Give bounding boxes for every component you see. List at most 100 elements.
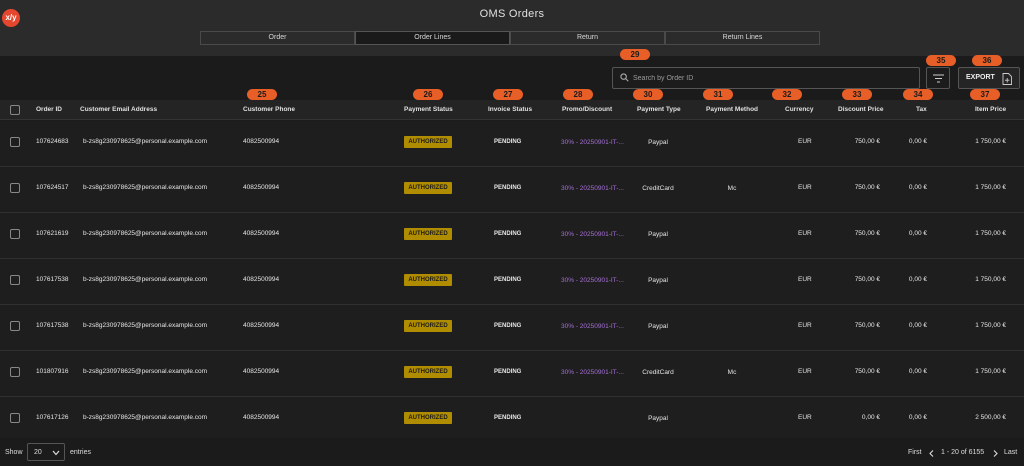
tab-order[interactable]: Order xyxy=(200,31,355,45)
cell-promo[interactable]: 30% - 20250901-IT-... xyxy=(561,323,624,330)
table-footer: Show 20 entries First 1 - 20 of 6155 Las… xyxy=(0,438,1024,466)
table-row[interactable]: AUTHORIZED 107621619 b-zs8g230978625@perso… xyxy=(0,213,1024,259)
row-checkbox[interactable] xyxy=(10,321,20,331)
cell-payment-type: CreditCard xyxy=(642,185,674,192)
cell-promo[interactable]: 30% - 20250901-IT-... xyxy=(561,231,624,238)
cell-invoice-status: PENDING xyxy=(494,185,522,191)
cell-currency: EUR xyxy=(798,414,812,421)
row-checkbox[interactable] xyxy=(10,137,20,147)
export-button[interactable]: EXPORT xyxy=(958,67,1020,89)
column-header-phone[interactable]: Customer Phone xyxy=(243,106,295,113)
table-row[interactable]: AUTHORIZED 107624517 b-zs8g230978625@perso… xyxy=(0,167,1024,213)
cell-invoice-status: PENDING xyxy=(494,415,522,421)
column-header-order-id[interactable]: Order ID xyxy=(36,106,62,113)
cell-item-price: 1 750,00 € xyxy=(975,322,1006,329)
cell-currency: EUR xyxy=(798,322,812,329)
cell-payment-type: Paypal xyxy=(648,231,668,238)
cell-phone: 4082500994 xyxy=(243,230,280,237)
show-label: Show xyxy=(5,449,23,456)
column-header-payment-method[interactable]: Payment Method xyxy=(706,106,758,113)
table-row[interactable]: AUTHORIZED 107617538 b-zs8g230978625@perso… xyxy=(0,259,1024,305)
chevron-left-icon[interactable] xyxy=(929,450,934,457)
cell-phone: 4082500994 xyxy=(243,322,280,329)
payment-status-badge: AUTHORIZED xyxy=(404,136,452,148)
table-row[interactable]: AUTHORIZED 107617538 b-zs8g230978625@perso… xyxy=(0,305,1024,351)
page-size-select[interactable]: 20 xyxy=(27,443,65,461)
table-header: Order ID Customer Email Address Customer… xyxy=(0,100,1024,120)
filter-button[interactable] xyxy=(926,67,950,89)
cell-payment-type: Paypal xyxy=(648,415,668,422)
cell-item-price: 2 500,00 € xyxy=(975,414,1006,421)
cell-email: b-zs8g230978625@personal.example.com xyxy=(83,276,208,283)
select-all-checkbox[interactable] xyxy=(10,105,20,115)
payment-status-badge: AUTHORIZED xyxy=(404,228,452,240)
cell-discount-price: 750,00 € xyxy=(854,138,880,145)
cell-promo[interactable]: 30% - 20250901-IT-... xyxy=(561,277,624,284)
table-row[interactable]: AUTHORIZED 101807916 b-zs8g230978625@perso… xyxy=(0,351,1024,397)
cell-email: b-zs8g230978625@personal.example.com xyxy=(83,138,208,145)
column-header-currency[interactable]: Currency xyxy=(785,106,814,113)
cell-invoice-status: PENDING xyxy=(494,231,522,237)
annotation-badge-filter: 35 xyxy=(926,55,956,66)
column-header-email[interactable]: Customer Email Address xyxy=(80,106,157,113)
annotation-badge-item-price: 37 xyxy=(970,89,1000,100)
annotation-badge-invoice-status: 27 xyxy=(493,89,523,100)
payment-status-badge: AUTHORIZED xyxy=(404,320,452,332)
cell-payment-method: Mc xyxy=(727,369,737,376)
cell-order-id: 107621619 xyxy=(36,230,69,237)
search-icon xyxy=(620,73,629,82)
row-checkbox[interactable] xyxy=(10,275,20,285)
payment-status-badge: AUTHORIZED xyxy=(404,366,452,378)
cell-payment-type: Paypal xyxy=(648,277,668,284)
cell-discount-price: 0,00 € xyxy=(861,414,880,421)
cell-currency: EUR xyxy=(798,138,812,145)
cell-currency: EUR xyxy=(798,230,812,237)
cell-item-price: 1 750,00 € xyxy=(975,184,1006,191)
column-header-payment-status[interactable]: Payment Status xyxy=(404,106,453,113)
cell-promo[interactable]: 30% - 20250901-IT-... xyxy=(561,139,624,146)
tab-return[interactable]: Return xyxy=(510,31,665,45)
cell-email: b-zs8g230978625@personal.example.com xyxy=(83,414,208,421)
column-header-payment-type[interactable]: Payment Type xyxy=(637,106,681,113)
payment-status-badge: AUTHORIZED xyxy=(404,412,452,424)
cell-order-id: 107617538 xyxy=(36,276,69,283)
cell-tax: 0,00 € xyxy=(908,138,927,145)
tab-order-lines[interactable]: Order Lines xyxy=(355,31,510,45)
export-file-icon xyxy=(1002,73,1012,85)
cell-phone: 4082500994 xyxy=(243,414,280,421)
first-page-link[interactable]: First xyxy=(908,449,922,456)
cell-tax: 0,00 € xyxy=(908,368,927,375)
cell-item-price: 1 750,00 € xyxy=(975,230,1006,237)
cell-payment-type: CreditCard xyxy=(642,369,674,376)
cell-tax: 0,00 € xyxy=(908,414,927,421)
cell-email: b-zs8g230978625@personal.example.com xyxy=(83,230,208,237)
cell-promo[interactable]: 30% - 20250901-IT-... xyxy=(561,369,624,376)
column-header-promo[interactable]: Promo/Discount xyxy=(562,106,612,113)
cell-phone: 4082500994 xyxy=(243,184,280,191)
cell-discount-price: 750,00 € xyxy=(854,276,880,283)
annotation-badge-discount-price: 33 xyxy=(842,89,872,100)
cell-order-id: 107617126 xyxy=(36,414,69,421)
column-header-item-price[interactable]: Item Price xyxy=(975,106,1006,113)
row-checkbox[interactable] xyxy=(10,229,20,239)
row-checkbox[interactable] xyxy=(10,367,20,377)
cell-invoice-status: PENDING xyxy=(494,323,522,329)
last-page-link[interactable]: Last xyxy=(1004,449,1017,456)
cell-order-id: 101807916 xyxy=(36,368,69,375)
search-input[interactable] xyxy=(633,71,913,85)
table-row[interactable]: AUTHORIZED 107617126 b-zs8g230978625@perso… xyxy=(0,397,1024,443)
tab-return-lines[interactable]: Return Lines xyxy=(665,31,820,45)
column-header-discount-price[interactable]: Discount Price xyxy=(838,106,884,113)
column-header-invoice-status[interactable]: Invoice Status xyxy=(488,106,532,113)
chevron-right-icon[interactable] xyxy=(993,450,998,457)
page-title: OMS Orders xyxy=(479,8,545,20)
cell-promo[interactable]: 30% - 20250901-IT-... xyxy=(561,185,624,192)
row-checkbox[interactable] xyxy=(10,183,20,193)
cell-discount-price: 750,00 € xyxy=(854,368,880,375)
filter-icon xyxy=(933,74,944,83)
row-checkbox[interactable] xyxy=(10,413,20,423)
cell-discount-price: 750,00 € xyxy=(854,184,880,191)
cell-tax: 0,00 € xyxy=(908,276,927,283)
table-row[interactable]: AUTHORIZED 107624683 b-zs8g230978625@perso… xyxy=(0,121,1024,167)
column-header-tax[interactable]: Tax xyxy=(916,106,927,113)
